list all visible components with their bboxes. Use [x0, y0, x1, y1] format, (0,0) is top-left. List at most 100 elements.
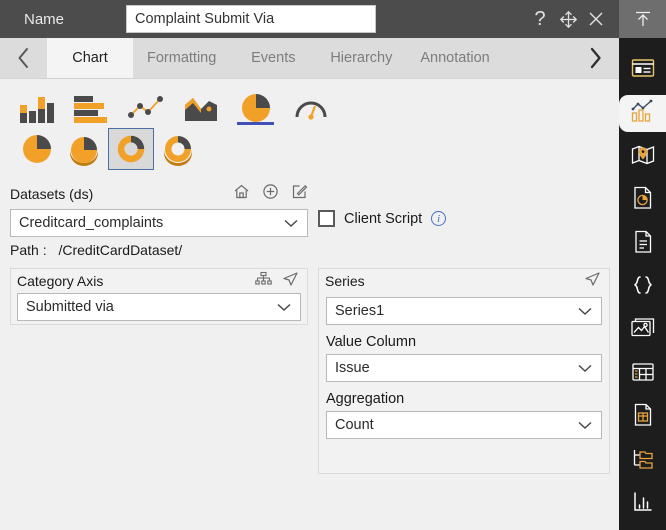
- sidebar-item-table-widget[interactable]: [619, 356, 666, 392]
- card-widget-icon: [630, 55, 656, 86]
- datasets-section: Datasets (ds) Creditcard_complaints Path…: [10, 183, 308, 258]
- tab-chart[interactable]: Chart: [47, 38, 133, 78]
- column-chart-icon[interactable]: [8, 83, 63, 125]
- image-icon: [630, 315, 656, 346]
- svg-text:?: ?: [534, 8, 545, 30]
- area-chart-icon[interactable]: [173, 83, 228, 125]
- client-script-row: Client Script i: [318, 210, 447, 227]
- send-arrow-icon[interactable]: [584, 271, 601, 292]
- sidebar-item-folder-tree[interactable]: [619, 443, 666, 479]
- series-panel: Series Series1 Value Column Issue Aggreg…: [318, 268, 610, 474]
- send-arrow-icon[interactable]: [282, 271, 299, 292]
- category-axis-panel: Category Axis Submitted via: [10, 268, 308, 325]
- category-axis-select[interactable]: Submitted via: [17, 293, 301, 321]
- path-label: Path :: [10, 242, 47, 258]
- sidebar-item-report-pie[interactable]: [619, 182, 666, 218]
- chart-properties-dialog: Name Complaint Submit Via ? Chart Format…: [0, 0, 666, 530]
- edit-pencil-icon[interactable]: [291, 183, 308, 205]
- tab-spacer: [504, 38, 572, 78]
- question-mark-icon[interactable]: ?: [530, 8, 550, 30]
- path-value: /CreditCardDataset/: [58, 242, 183, 258]
- sidebar-item-image[interactable]: [619, 313, 666, 349]
- hierarchy-icon[interactable]: [255, 271, 272, 292]
- category-axis-select-value: Submitted via: [26, 299, 114, 315]
- client-script-label: Client Script: [344, 210, 423, 227]
- category-axis-actions: [255, 271, 299, 292]
- chart-type-row-primary: [0, 79, 619, 125]
- sidebar-item-document[interactable]: [619, 226, 666, 262]
- dataset-select-value: Creditcard_complaints: [19, 215, 164, 231]
- category-axis-header: Category Axis: [11, 269, 307, 293]
- pin-up-arrow-icon[interactable]: [619, 0, 666, 38]
- sidebar-item-bar-stats[interactable]: [619, 487, 666, 523]
- name-input[interactable]: Complaint Submit Via: [126, 5, 376, 33]
- chevron-down-icon: [276, 302, 292, 312]
- bar-stats-icon: [630, 489, 656, 520]
- datasets-actions: [233, 183, 308, 205]
- sidebar-item-chart-widget[interactable]: [619, 95, 666, 132]
- tab-events[interactable]: Events: [230, 38, 316, 78]
- aggregation-label: Aggregation: [326, 391, 405, 407]
- chart-widget-icon: [629, 97, 657, 130]
- category-axis-body: Submitted via: [11, 293, 307, 321]
- chart-type-row-variants: [0, 125, 619, 173]
- sidebar-item-card-widget[interactable]: [619, 52, 666, 88]
- chevron-down-icon: [577, 420, 593, 430]
- value-column-field: Value Column Issue: [319, 334, 609, 382]
- tab-hierarchy[interactable]: Hierarchy: [316, 38, 406, 78]
- plus-circle-icon[interactable]: [262, 183, 279, 205]
- series-label: Series: [325, 273, 365, 289]
- category-axis-label: Category Axis: [17, 273, 104, 289]
- name-input-value: Complaint Submit Via: [135, 11, 275, 27]
- map-widget-icon: [630, 142, 656, 173]
- dataset-select[interactable]: Creditcard_complaints: [10, 209, 308, 237]
- dataset-path: Path : /CreditCardDataset/: [10, 242, 308, 258]
- aggregation-field: Aggregation Count: [319, 391, 609, 439]
- sidebar-item-map-widget[interactable]: [619, 139, 666, 175]
- spreadsheet-icon: [630, 402, 656, 433]
- chevron-down-icon: [283, 218, 299, 228]
- line-chart-icon[interactable]: [118, 83, 173, 125]
- value-column-label: Value Column: [326, 334, 417, 350]
- datasets-label: Datasets (ds): [10, 186, 94, 202]
- sidebar-item-code-braces[interactable]: [619, 269, 666, 305]
- series-select-value: Series1: [335, 303, 385, 319]
- tab-formatting[interactable]: Formatting: [133, 38, 230, 78]
- code-braces-icon: [630, 272, 656, 303]
- tab-prev-arrow[interactable]: [0, 38, 47, 78]
- client-script-checkbox[interactable]: [318, 210, 335, 227]
- pie-3d-icon[interactable]: [61, 128, 107, 170]
- chevron-down-icon: [577, 306, 593, 316]
- close-x-icon[interactable]: [587, 10, 605, 28]
- info-circle-icon[interactable]: i: [431, 211, 447, 226]
- series-header: Series: [319, 269, 609, 293]
- folder-tree-icon: [630, 446, 656, 477]
- series-select-field: Series1: [319, 297, 609, 325]
- series-select[interactable]: Series1: [326, 297, 602, 325]
- pie-chart-icon[interactable]: [228, 83, 283, 125]
- chart-tab-panel: Datasets (ds) Creditcard_complaints Path…: [0, 79, 619, 530]
- tab-annotation[interactable]: Annotation: [406, 38, 503, 78]
- donut-flat-icon[interactable]: [108, 128, 154, 170]
- widget-sidebar: [619, 38, 666, 530]
- value-column-select[interactable]: Issue: [326, 354, 602, 382]
- value-column-select-value: Issue: [335, 360, 370, 376]
- datasets-header: Datasets (ds): [10, 183, 308, 205]
- chevron-down-icon: [577, 363, 593, 373]
- bar-chart-icon[interactable]: [63, 83, 118, 125]
- aggregation-select-value: Count: [335, 417, 374, 433]
- table-widget-icon: [630, 359, 656, 390]
- sidebar-item-spreadsheet[interactable]: [619, 400, 666, 436]
- gauge-chart-icon[interactable]: [283, 83, 338, 125]
- dialog-titlebar: Name Complaint Submit Via ?: [0, 0, 619, 38]
- donut-3d-icon[interactable]: [155, 128, 201, 170]
- name-label: Name: [24, 10, 65, 28]
- titlebar-actions: ?: [530, 8, 619, 30]
- home-icon[interactable]: [233, 183, 250, 205]
- tab-next-arrow[interactable]: [572, 38, 619, 78]
- aggregation-select[interactable]: Count: [326, 411, 602, 439]
- pie-flat-icon[interactable]: [14, 128, 60, 170]
- tab-bar: Chart Formatting Events Hierarchy Annota…: [0, 38, 619, 79]
- series-actions: [584, 271, 601, 292]
- move-cross-icon[interactable]: [559, 10, 578, 29]
